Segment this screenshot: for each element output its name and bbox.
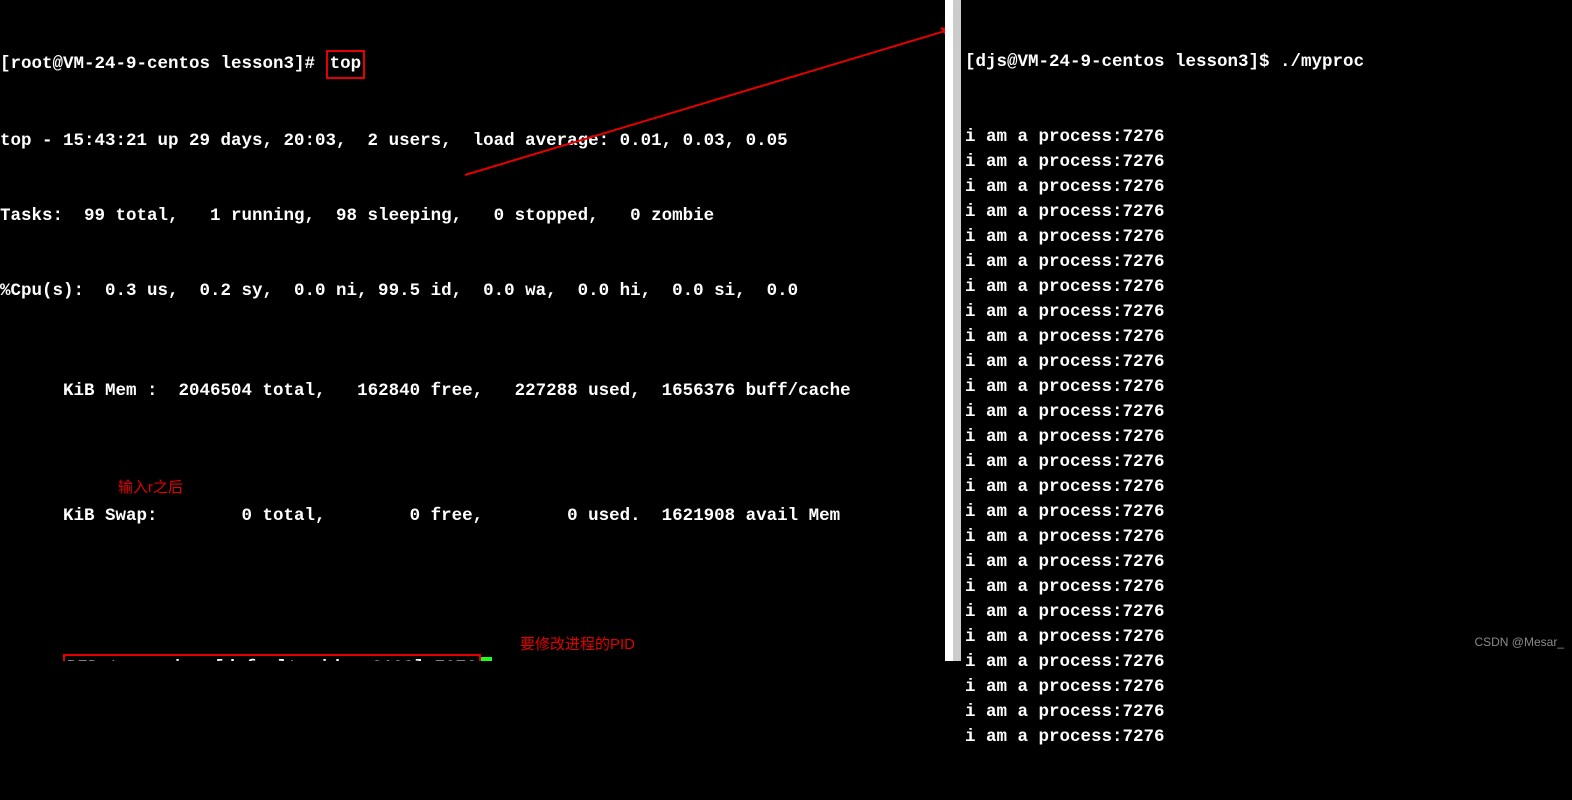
process-output-line: i am a process:7276 — [965, 550, 1572, 575]
process-output-line: i am a process:7276 — [965, 275, 1572, 300]
top-command-box: top — [326, 50, 366, 79]
top-summary-line-2: Tasks: 99 total, 1 running, 98 sleeping,… — [0, 204, 945, 229]
process-output-line: i am a process:7276 — [965, 350, 1572, 375]
process-output-line: i am a process:7276 — [965, 150, 1572, 175]
right-terminal-pane[interactable]: [djs@VM-24-9-centos lesson3]$ ./myproc i… — [961, 0, 1572, 661]
process-output-line: i am a process:7276 — [965, 450, 1572, 475]
pane-divider[interactable] — [945, 0, 961, 661]
left-terminal-pane[interactable]: [root@VM-24-9-centos lesson3]# top top -… — [0, 0, 945, 661]
process-output-line: i am a process:7276 — [965, 125, 1572, 150]
top-summary-line-5: KiB Swap: 0 total, 0 free, 0 used. 16219… — [63, 506, 840, 526]
process-output-line: i am a process:7276 — [965, 325, 1572, 350]
process-output-line: i am a process:7276 — [965, 700, 1572, 725]
process-output-line: i am a process:7276 — [965, 400, 1572, 425]
renice-prompt-box: PID to renice [default pid = 3108] 7276 — [63, 654, 481, 661]
cursor-block — [481, 657, 492, 661]
process-output-line: i am a process:7276 — [965, 575, 1572, 600]
process-output-line: i am a process:7276 — [965, 500, 1572, 525]
annotation-pid: 要修改进程的PID — [520, 632, 635, 657]
process-output-line: i am a process:7276 — [965, 200, 1572, 225]
annotation-after-r: 输入r之后 — [118, 475, 183, 500]
process-output-line: i am a process:7276 — [965, 375, 1572, 400]
process-output-line: i am a process:7276 — [965, 475, 1572, 500]
watermark: CSDN @Mesar_ — [1474, 630, 1564, 655]
process-output-line: i am a process:7276 — [965, 425, 1572, 450]
top-summary-line-3: %Cpu(s): 0.3 us, 0.2 sy, 0.0 ni, 99.5 id… — [0, 279, 945, 304]
right-prompt-line: [djs@VM-24-9-centos lesson3]$ ./myproc — [965, 50, 1572, 75]
process-output-line: i am a process:7276 — [965, 675, 1572, 700]
process-output-line: i am a process:7276 — [965, 175, 1572, 200]
process-output-line: i am a process:7276 — [965, 525, 1572, 550]
process-output-line: i am a process:7276 — [965, 725, 1572, 750]
process-output-line: i am a process:7276 — [965, 225, 1572, 250]
process-output-line: i am a process:7276 — [965, 250, 1572, 275]
prompt-prefix: [root@VM-24-9-centos lesson3]# — [0, 54, 326, 74]
top-summary-line-4: KiB Mem : 2046504 total, 162840 free, 22… — [63, 381, 851, 401]
annotation-arrow — [455, 20, 945, 180]
process-output-line: i am a process:7276 — [965, 300, 1572, 325]
process-output-line: i am a process:7276 — [965, 600, 1572, 625]
renice-prompt-label: PID to renice [default pid = 3108] — [67, 656, 435, 661]
